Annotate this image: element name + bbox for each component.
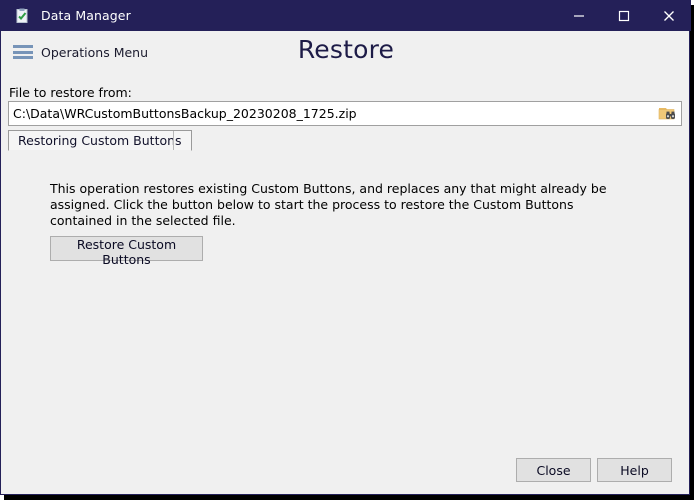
tab-restoring-custom-buttons[interactable]: Restoring Custom Buttons xyxy=(8,130,192,151)
operation-description: This operation restores existing Custom … xyxy=(50,181,607,228)
clipboard-check-icon xyxy=(14,8,30,24)
page-header: Operations Menu Restore xyxy=(2,31,690,79)
close-button[interactable] xyxy=(646,0,691,31)
tab-separator xyxy=(173,131,174,150)
minimize-button[interactable] xyxy=(556,0,601,31)
restore-custom-buttons-button[interactable]: Restore Custom Buttons xyxy=(50,236,203,267)
help-button[interactable]: Help xyxy=(597,458,672,482)
tab-strip: Restoring Custom Buttons xyxy=(8,130,682,151)
file-path-input[interactable] xyxy=(9,103,655,124)
page-title: Restore xyxy=(297,35,395,64)
window-title: Data Manager xyxy=(41,8,131,23)
close-dialog-button[interactable]: Close xyxy=(516,458,591,482)
maximize-button[interactable] xyxy=(601,0,646,31)
tab-panel: This operation restores existing Custom … xyxy=(8,151,682,434)
folder-browse-icon[interactable] xyxy=(655,102,681,125)
window-controls xyxy=(556,0,691,31)
application-window: Data Manager Operations Menu Restore Fil… xyxy=(0,0,691,495)
file-field-label: File to restore from: xyxy=(9,85,132,100)
file-path-row xyxy=(8,101,682,126)
title-bar: Data Manager xyxy=(1,0,691,31)
